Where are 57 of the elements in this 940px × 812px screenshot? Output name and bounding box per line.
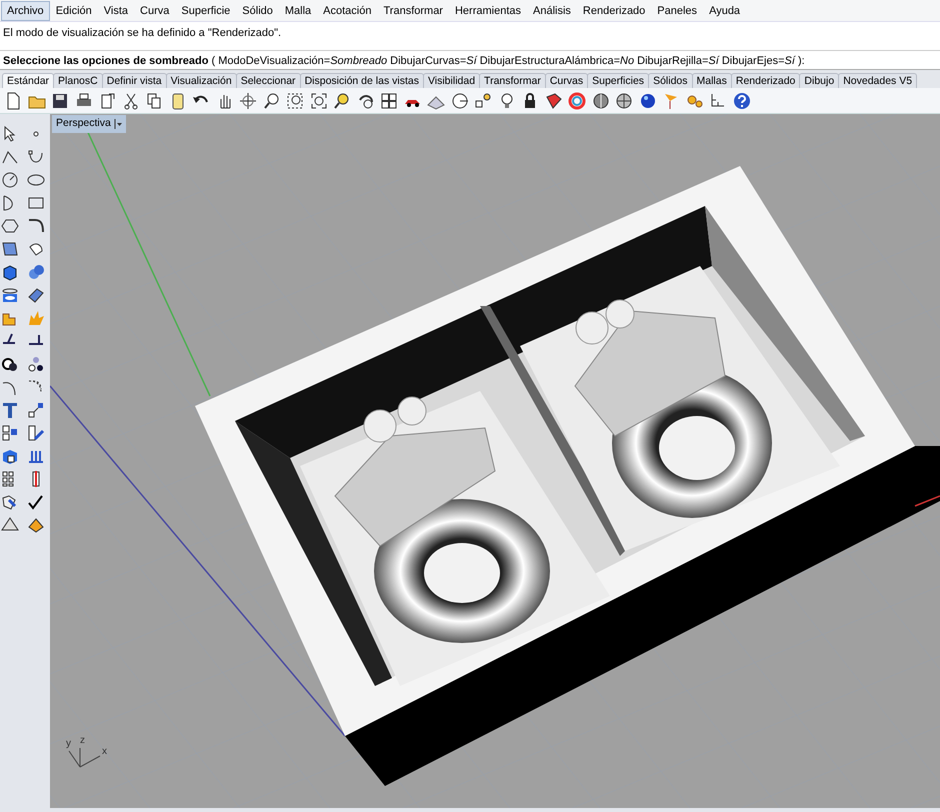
toolbar-tab[interactable]: Transformar: [479, 73, 546, 88]
shaded-sphere-icon[interactable]: [614, 90, 634, 110]
toolbar-tab[interactable]: Visualización: [166, 73, 237, 88]
toolbar-tab[interactable]: Dibujo: [799, 73, 840, 88]
material-icon[interactable]: [544, 90, 564, 110]
toolbar-tab[interactable]: Superficies: [587, 73, 650, 88]
dropdown-caret-icon[interactable]: [114, 118, 122, 129]
toolbar-tab[interactable]: Renderizado: [730, 73, 800, 88]
menu-item[interactable]: Vista: [98, 0, 134, 20]
toolbar-tab[interactable]: Mallas: [692, 73, 732, 88]
command-prompt: Seleccione las opciones de sombreado ( ModoDeVisualización=Sombreado DibujarCurvas=Sí DibujarEstructuraAlámbrica=No DibujarRejilla=Sí DibujarEjes=Sí ):: [0, 50, 940, 70]
spheres-icon[interactable]: [26, 262, 46, 282]
menu-item[interactable]: Sólido: [236, 0, 279, 20]
axis-line: [914, 495, 940, 507]
axis-label: z: [80, 736, 85, 746]
menu-item[interactable]: Acotación: [317, 0, 378, 20]
zoom-icon[interactable]: [262, 90, 282, 110]
toolbar-tab[interactable]: Definir vista: [102, 73, 167, 88]
axis-label: x: [102, 747, 107, 757]
toolbar-tab[interactable]: Disposición de las vistas: [300, 73, 424, 88]
zoom-extents-icon[interactable]: [308, 90, 328, 110]
circle-icon[interactable]: [0, 170, 20, 190]
color-wheel-icon[interactable]: [567, 90, 587, 110]
toolbar-tab[interactable]: Visibilidad: [422, 73, 480, 88]
menu-item[interactable]: Renderizado: [576, 0, 652, 20]
toolbar-tab[interactable]: Sólidos: [648, 73, 693, 88]
zoom-window-icon[interactable]: [285, 90, 305, 110]
menu-item[interactable]: Malla: [278, 0, 318, 20]
shapes-icon[interactable]: [473, 90, 493, 110]
toolbar-tab[interactable]: Curvas: [544, 73, 588, 88]
toolbar-tab[interactable]: Estándar: [2, 73, 54, 88]
four-viewports-icon[interactable]: [379, 90, 399, 110]
axis-label: y: [66, 739, 71, 749]
menu-item[interactable]: Superficie: [175, 0, 236, 20]
perspective-viewport[interactable]: Perspectiva y z x: [50, 114, 940, 808]
text-icon[interactable]: [0, 400, 20, 420]
scale-icon[interactable]: [26, 400, 46, 420]
menu-item[interactable]: Análisis: [527, 0, 577, 20]
toolbar-tab[interactable]: Novedades V5: [838, 73, 918, 88]
menu-item[interactable]: Herramientas: [448, 0, 528, 20]
edit-block-icon[interactable]: [26, 423, 46, 443]
toolbar-tab[interactable]: PlanosC: [53, 73, 103, 88]
menu-item[interactable]: Ayuda: [703, 0, 746, 20]
toolbar-tab[interactable]: Seleccionar: [236, 73, 301, 88]
menu-item[interactable]: Archivo: [1, 0, 50, 20]
viewport-title[interactable]: Perspectiva: [52, 115, 126, 133]
circle-point-icon[interactable]: [450, 90, 470, 110]
block-icon[interactable]: [0, 423, 20, 443]
help-icon[interactable]: [732, 90, 752, 110]
menu-item[interactable]: Curva: [134, 0, 176, 20]
menu-item[interactable]: Paneles: [651, 0, 704, 20]
axis-widget-icon: [68, 748, 100, 768]
command-history: El modo de visualización se ha definido a "Renderizado".: [2, 26, 282, 41]
menu-item[interactable]: Transformar: [377, 0, 449, 20]
half-shaded-sphere-icon[interactable]: [590, 90, 610, 110]
circles-icon[interactable]: [26, 354, 46, 374]
menu-item[interactable]: Edición: [50, 0, 98, 20]
